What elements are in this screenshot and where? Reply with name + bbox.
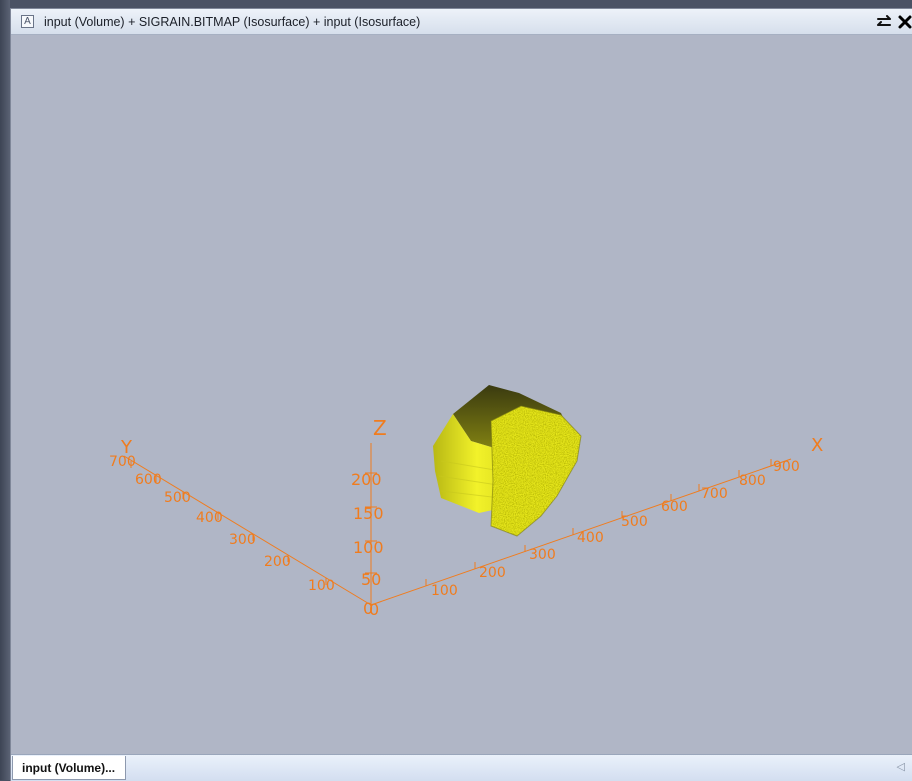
z-axis-label: Z <box>373 416 387 440</box>
scroll-left-icon[interactable]: ◁ <box>897 760 905 773</box>
x-tick-label: 600 <box>661 499 688 515</box>
y-tick-label: 600 <box>135 472 162 488</box>
y-tick-label: 300 <box>229 532 256 548</box>
x-tick-label: 200 <box>479 565 506 581</box>
viewer-window: A input (Volume) + SIGRAIN.BITMAP (Isosu… <box>10 8 912 781</box>
tab-input-volume[interactable]: input (Volume)... <box>12 756 127 780</box>
x-tick-label: 300 <box>529 547 556 563</box>
y-tick-label: 400 <box>196 510 223 526</box>
x-tick-label: 700 <box>701 486 728 502</box>
3d-viewport[interactable]: X Y Z 100 200 300 400 500 600 700 800 90… <box>11 36 912 754</box>
x-tick-label: 800 <box>739 473 766 489</box>
y-tick-label: 500 <box>164 490 191 506</box>
x-tick-label: 100 <box>431 583 458 599</box>
x-tick-label: 900 <box>773 459 800 475</box>
y-tick-label: 700 <box>109 454 136 470</box>
x-tick-label: 400 <box>577 530 604 546</box>
y-tick-label: 100 <box>308 578 335 594</box>
bottom-tab-bar: input (Volume)... ◁ <box>11 754 912 781</box>
z-tick-label: 200 <box>351 470 382 489</box>
scene-svg: X Y Z 100 200 300 400 500 600 700 800 90… <box>109 385 823 619</box>
z-tick-label: 150 <box>353 504 384 523</box>
isosurface-object <box>433 385 582 537</box>
origin-label: 0 <box>369 600 379 619</box>
x-tick-label: 500 <box>621 514 648 530</box>
z-tick-label: 50 <box>361 570 381 589</box>
x-axis-label: X <box>811 435 823 456</box>
y-tick-label: 200 <box>264 554 291 570</box>
z-tick-label: 100 <box>353 538 384 557</box>
